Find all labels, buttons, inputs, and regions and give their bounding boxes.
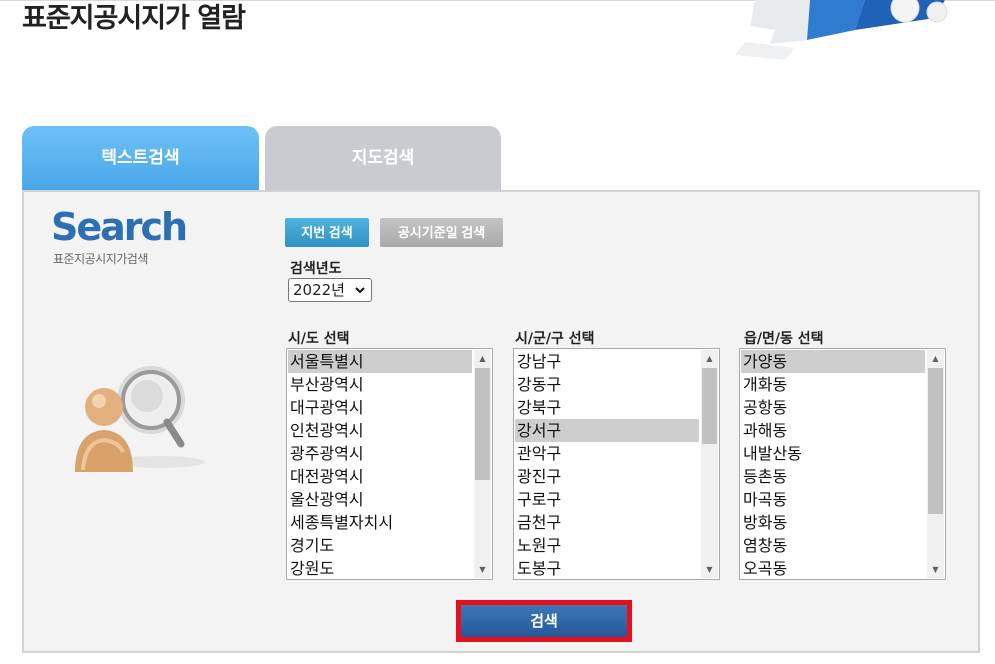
list-item[interactable]: 강동구: [515, 373, 699, 396]
list-item[interactable]: 염창동: [741, 534, 925, 557]
list-item[interactable]: 오곡동: [741, 557, 925, 579]
search-logo: Search: [51, 205, 188, 249]
page-title: 표준지공시지가 열람: [22, 3, 246, 34]
list-item[interactable]: 등촌동: [741, 465, 925, 488]
list-item[interactable]: 대전광역시: [288, 465, 472, 488]
scroll-up-icon[interactable]: ▲: [927, 350, 944, 367]
eupmyeondong-listbox[interactable]: 가양동 개화동 공항동 과해동 내발산동 등촌동 마곡동 방화동 염창동 오곡동…: [739, 348, 946, 580]
list-item[interactable]: 노원구: [515, 534, 699, 557]
date-search-button[interactable]: 공시기준일 검색: [380, 218, 503, 247]
list-item[interactable]: 개화동: [741, 373, 925, 396]
list-item[interactable]: 경기도: [288, 534, 472, 557]
list-item[interactable]: 세종특별자치시: [288, 511, 472, 534]
list-item[interactable]: 강원도: [288, 557, 472, 579]
list-item[interactable]: 공항동: [741, 396, 925, 419]
list-item[interactable]: 울산광역시: [288, 488, 472, 511]
list-item[interactable]: 과해동: [741, 419, 925, 442]
scroll-up-icon[interactable]: ▲: [474, 350, 491, 367]
sido-label: 시/도 선택: [288, 331, 350, 347]
list-item[interactable]: 금천구: [515, 511, 699, 534]
list-item[interactable]: 광주광역시: [288, 442, 472, 465]
list-item[interactable]: 부산광역시: [288, 373, 472, 396]
search-button[interactable]: 검색: [456, 600, 632, 642]
list-item[interactable]: 구로구: [515, 488, 699, 511]
list-item[interactable]: 강북구: [515, 396, 699, 419]
sigungu-label: 시/군/구 선택: [515, 331, 595, 347]
scroll-down-icon[interactable]: ▼: [474, 561, 491, 578]
scroll-up-icon[interactable]: ▲: [701, 350, 718, 367]
eupmyeondong-label: 읍/면/동 선택: [744, 331, 824, 347]
year-select-value: 2022년: [293, 281, 345, 299]
list-item[interactable]: 대구광역시: [288, 396, 472, 419]
year-label: 검색년도: [290, 261, 342, 277]
sigungu-scrollbar[interactable]: ▲ ▼: [701, 350, 718, 578]
scroll-down-icon[interactable]: ▼: [701, 561, 718, 578]
search-logo-subtitle: 표준지공시지가검색: [53, 252, 148, 266]
scrollbar-thumb[interactable]: [702, 368, 717, 444]
list-item[interactable]: 방화동: [741, 511, 925, 534]
list-item[interactable]: 강서구: [515, 419, 699, 442]
list-item[interactable]: 가양동: [741, 350, 925, 373]
person-search-illustration: [69, 352, 209, 482]
tab-map-search[interactable]: 지도검색: [265, 126, 501, 190]
list-item[interactable]: 인천광역시: [288, 419, 472, 442]
chevron-down-icon: [354, 280, 366, 307]
jibun-search-button[interactable]: 지번 검색: [285, 218, 369, 247]
search-panel: Search 표준지공시지가검색 지번 검색 공시기준일 검색 검색년도 202…: [22, 190, 980, 653]
scroll-down-icon[interactable]: ▼: [927, 561, 944, 578]
sido-scrollbar[interactable]: ▲ ▼: [474, 350, 491, 578]
list-item[interactable]: 도봉구: [515, 557, 699, 579]
list-item[interactable]: 광진구: [515, 465, 699, 488]
eupmyeondong-scrollbar[interactable]: ▲ ▼: [927, 350, 944, 578]
sigungu-listbox[interactable]: 강남구 강동구 강북구 강서구 관악구 광진구 구로구 금천구 노원구 도봉구 …: [513, 348, 720, 580]
scrollbar-thumb[interactable]: [475, 368, 490, 480]
tab-text-search[interactable]: 텍스트검색: [22, 126, 259, 190]
list-item[interactable]: 강남구: [515, 350, 699, 373]
header-decoration: [715, 0, 995, 62]
sido-listbox[interactable]: 서울특별시 부산광역시 대구광역시 인천광역시 광주광역시 대전광역시 울산광역…: [286, 348, 493, 580]
list-item[interactable]: 서울특별시: [288, 350, 472, 373]
list-item[interactable]: 내발산동: [741, 442, 925, 465]
year-select[interactable]: 2022년: [288, 278, 372, 302]
list-item[interactable]: 관악구: [515, 442, 699, 465]
list-item[interactable]: 마곡동: [741, 488, 925, 511]
scrollbar-thumb[interactable]: [928, 368, 943, 514]
